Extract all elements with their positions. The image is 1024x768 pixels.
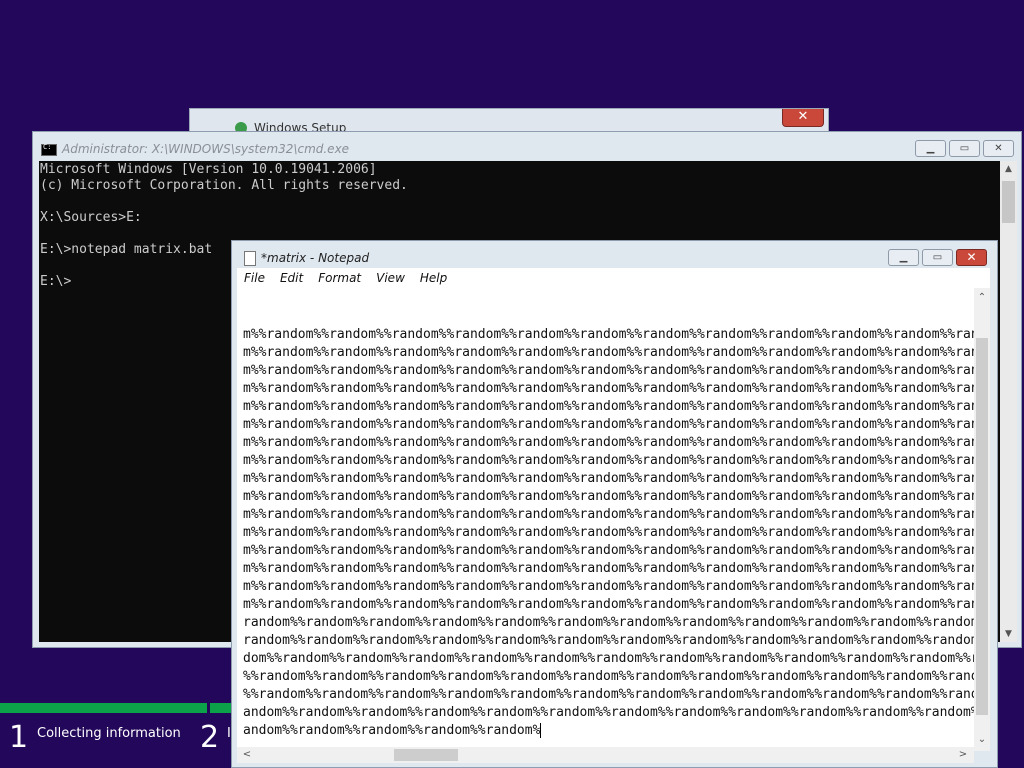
- text-line: m%%random%%random%%random%%random%%rando…: [243, 525, 974, 540]
- progress-segment-1: [0, 703, 207, 713]
- cmd-scroll-down-icon[interactable]: ▼: [1000, 626, 1017, 642]
- cmd-titlebar[interactable]: Administrator: X:\WINDOWS\system32\cmd.e…: [33, 132, 1021, 162]
- progress-segment-2: [210, 703, 232, 713]
- setup-step-1: 1: [9, 720, 28, 755]
- text-line: m%%random%%random%%random%%random%%rando…: [243, 417, 974, 432]
- cmd-window-title: Administrator: X:\WINDOWS\system32\cmd.e…: [62, 142, 350, 156]
- notepad-horizontal-scrollbar[interactable]: < >: [237, 747, 974, 763]
- setup-close-button[interactable]: ✕: [782, 109, 824, 127]
- text-line: m%%random%%random%%random%%random%%rando…: [243, 507, 974, 522]
- menu-format[interactable]: Format: [318, 271, 361, 285]
- text-line: random%%random%%random%%random%%random%%…: [243, 615, 974, 630]
- menu-help[interactable]: Help: [420, 271, 447, 285]
- console-line: (c) Microsoft Corporation. All rights re…: [40, 178, 408, 193]
- cmd-vertical-scrollbar[interactable]: ▲ ▼: [1000, 161, 1017, 642]
- text-line-last: andom%%random%%random%%random%%random%: [243, 722, 974, 740]
- last-line-text: andom%%random%%random%%random%%random%: [243, 723, 541, 738]
- scroll-right-icon[interactable]: >: [955, 747, 971, 763]
- text-line: m%%random%%random%%random%%random%%rando…: [243, 453, 974, 468]
- notepad-vertical-scrollbar[interactable]: ⌃ ⌄: [974, 288, 990, 751]
- text-line: m%%random%%random%%random%%random%%rando…: [243, 399, 974, 414]
- notepad-window-title: *matrix - Notepad: [261, 251, 370, 265]
- text-line: m%%random%%random%%random%%random%%rando…: [243, 489, 974, 504]
- text-line: m%%random%%random%%random%%random%%rando…: [243, 597, 974, 612]
- step-1-label: Collecting information: [37, 726, 181, 741]
- text-line: m%%random%%random%%random%%random%%rando…: [243, 363, 974, 378]
- text-line: m%%random%%random%%random%%random%%rando…: [243, 345, 974, 360]
- notepad-caption-buttons: ▁ ▭ ✕: [888, 249, 987, 266]
- step-2-number: 2: [200, 720, 220, 755]
- notepad-close-button[interactable]: ✕: [956, 249, 987, 266]
- console-line: X:\Sources>E:: [40, 210, 142, 225]
- text-line: m%%random%%random%%random%%random%%rando…: [243, 561, 974, 576]
- scroll-left-icon[interactable]: <: [239, 747, 255, 763]
- menu-file[interactable]: File: [244, 271, 265, 285]
- menu-edit[interactable]: Edit: [280, 271, 303, 285]
- menu-view[interactable]: View: [376, 271, 405, 285]
- notepad-hscroll-thumb[interactable]: [394, 749, 458, 761]
- text-line: m%%random%%random%%random%%random%%rando…: [243, 435, 974, 450]
- cmd-close-button[interactable]: ✕: [983, 140, 1014, 157]
- text-line: %%random%%random%%random%%random%%random…: [243, 687, 974, 702]
- text-line: m%%random%%random%%random%%random%%rando…: [243, 327, 974, 342]
- scroll-up-icon[interactable]: ⌃: [974, 290, 990, 306]
- cmd-scroll-up-icon[interactable]: ▲: [1000, 161, 1017, 177]
- text-line: random%%random%%random%%random%%random%%…: [243, 633, 974, 648]
- notepad-vscroll-thumb[interactable]: [976, 338, 988, 715]
- text-line: dom%%random%%random%%random%%random%%ran…: [243, 651, 974, 666]
- notepad-icon: [244, 251, 256, 266]
- notepad-maximize-button[interactable]: ▭: [922, 249, 953, 266]
- text-line: andom%%random%%random%%random%%random%%r…: [243, 705, 974, 720]
- step-1-number: 1: [9, 720, 29, 755]
- scroll-down-icon[interactable]: ⌄: [974, 732, 990, 748]
- text-line: m%%random%%random%%random%%random%%rando…: [243, 471, 974, 486]
- cmd-icon: [41, 143, 57, 156]
- text-line: m%%random%%random%%random%%random%%rando…: [243, 381, 974, 396]
- cmd-caption-buttons: ▁ ▭ ✕: [915, 140, 1014, 157]
- notepad-window[interactable]: *matrix - Notepad ▁ ▭ ✕ File Edit Format…: [231, 240, 998, 768]
- text-caret: [540, 723, 542, 738]
- notepad-text-area[interactable]: m%%random%%random%%random%%random%%rando…: [237, 288, 974, 751]
- cmd-scroll-thumb[interactable]: [1002, 181, 1015, 223]
- console-line: Microsoft Windows [Version 10.0.19041.20…: [40, 162, 377, 177]
- text-line: m%%random%%random%%random%%random%%rando…: [243, 579, 974, 594]
- notepad-minimize-button[interactable]: ▁: [888, 249, 919, 266]
- setup-step-2: 2: [200, 720, 219, 755]
- text-line: %%random%%random%%random%%random%%random…: [243, 669, 974, 684]
- notepad-menubar: File Edit Format View Help: [237, 268, 990, 288]
- text-line: m%%random%%random%%random%%random%%rando…: [243, 543, 974, 558]
- cmd-maximize-button[interactable]: ▭: [949, 140, 980, 157]
- cmd-minimize-button[interactable]: ▁: [915, 140, 946, 157]
